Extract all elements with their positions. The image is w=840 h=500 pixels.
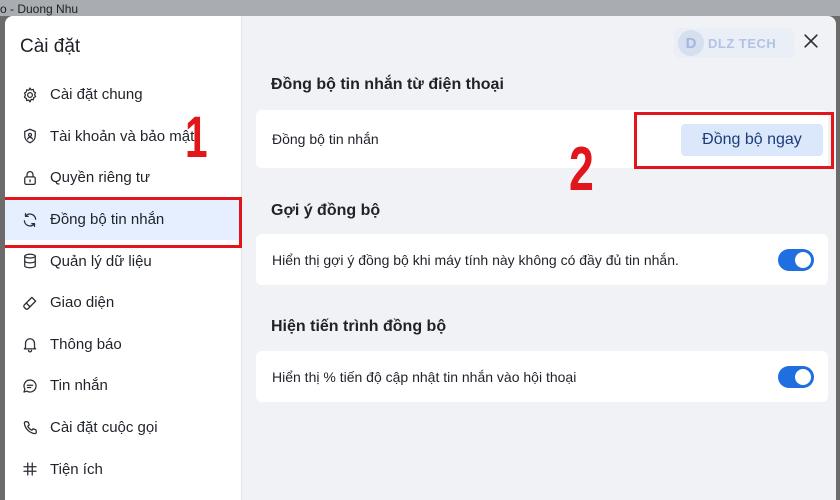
settings-dialog: Cài đặt Cài đặt chung Tài khoản và bảo m… [5,16,836,500]
chat-icon [21,377,39,395]
database-icon [21,252,39,270]
brush-icon [21,294,39,312]
sidebar-item-utilities[interactable]: Tiện ích [5,448,242,490]
toggle-knob [795,368,811,385]
grid-icon [21,460,39,478]
sidebar-item-label: Tài khoản và bảo mật [50,127,195,145]
watermark-mark: D [678,30,704,56]
watermark-logo: D DLZ TECH [674,28,794,58]
sidebar-item-notifications[interactable]: Thông báo [5,324,242,366]
sidebar-item-label: Đồng bộ tin nhắn [50,211,165,229]
annotation-step-number-2: 2 [569,135,594,204]
sync-progress-section-title: Hiện tiến trình đồng bộ [271,318,447,335]
sync-progress-row: Hiển thị % tiến độ cập nhật tin nhắn vào… [256,351,828,402]
sync-now-button[interactable]: Đồng bộ ngay [681,124,823,156]
sidebar-item-data-management[interactable]: Quản lý dữ liệu [5,240,242,282]
sidebar-item-label: Quản lý dữ liệu [50,252,152,270]
watermark-text: DLZ TECH [708,35,777,51]
sync-suggestion-label: Hiển thị gợi ý đồng bộ khi máy tính này … [272,251,679,268]
settings-sidebar: Cài đặt Cài đặt chung Tài khoản và bảo m… [5,16,242,500]
sidebar-item-appearance[interactable]: Giao diện [5,282,242,324]
sync-progress-label: Hiển thị % tiến độ cập nhật tin nhắn vào… [272,368,577,385]
close-button[interactable] [798,28,824,54]
shield-icon [21,127,39,145]
sidebar-item-label: Giao diện [50,294,115,312]
gear-icon [21,86,39,104]
sync-icon [21,211,39,229]
sidebar-item-messages[interactable]: Tin nhắn [5,365,242,407]
sidebar-item-label: Thông báo [50,335,122,353]
close-icon [804,34,818,48]
sync-suggestion-toggle[interactable] [778,248,814,271]
background-window-strip: o - Duong Nhu [0,0,840,16]
sidebar-item-call-settings[interactable]: Cài đặt cuộc gọi [5,407,242,449]
sidebar-item-label: Cài đặt cuộc gọi [50,419,158,437]
sidebar-item-label: Cài đặt chung [50,86,143,104]
sidebar-item-label: Tin nhắn [50,377,108,395]
settings-content: D DLZ TECH Đồng bộ tin nhắn từ điện thoạ… [242,16,836,500]
sync-suggestion-section-title: Gợi ý đồng bộ [271,202,381,219]
lock-icon [21,169,39,187]
sync-progress-toggle[interactable] [778,365,814,388]
sync-suggestion-row: Hiển thị gợi ý đồng bộ khi máy tính này … [256,234,828,285]
toggle-knob [795,251,811,268]
phone-icon [21,419,39,437]
background-window-title: o - Duong Nhu [0,2,79,16]
sidebar-item-label: Tiện ích [50,460,103,478]
sidebar-item-label: Quyền riêng tư [50,169,151,187]
sync-messages-row: Đồng bộ tin nhắn Đồng bộ ngay [256,110,828,168]
sidebar-item-message-sync[interactable]: Đồng bộ tin nhắn [5,198,242,241]
sidebar-title: Cài đặt [20,36,81,57]
bell-icon [21,335,39,353]
sync-section-title: Đồng bộ tin nhắn từ điện thoại [271,76,504,93]
annotation-step-number-1: 1 [185,105,208,170]
sync-messages-label: Đồng bộ tin nhắn [272,131,379,147]
